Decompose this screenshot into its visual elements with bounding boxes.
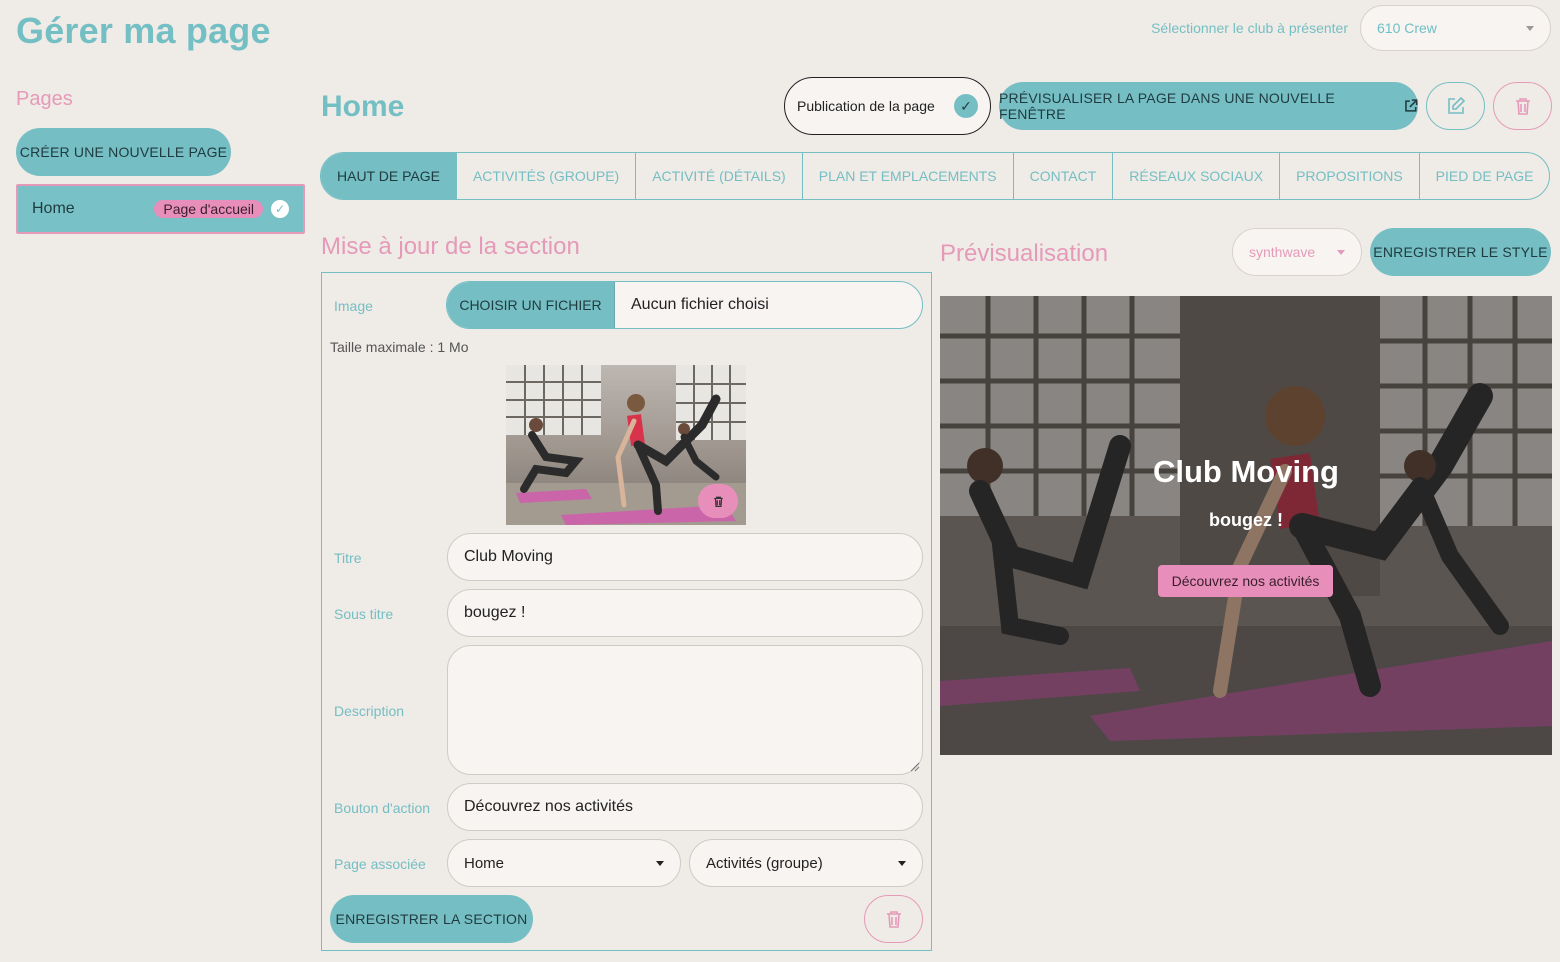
chevron-down-icon: [1526, 25, 1534, 31]
club-select[interactable]: 610 Crew: [1360, 5, 1551, 51]
sous-titre-label: Sous titre: [334, 606, 394, 622]
club-select-value: 610 Crew: [1377, 20, 1437, 36]
club-select-label: Sélectionner le club à présenter: [1151, 20, 1348, 36]
tab-plan-emplacements[interactable]: PLAN ET EMPLACEMENTS: [801, 153, 1013, 199]
trash-icon: [713, 496, 723, 507]
max-size-note: Taille maximale : 1 Mo: [330, 339, 469, 355]
tab-activites-groupe[interactable]: ACTIVITÉS (GROUPE): [455, 153, 635, 199]
check-icon: ✓: [954, 94, 978, 118]
sous-titre-input[interactable]: bougez !: [447, 589, 923, 637]
style-select-value: synthwave: [1249, 244, 1316, 260]
create-page-button[interactable]: CRÉER UNE NOUVELLE PAGE: [16, 128, 231, 176]
section-form-title: Mise à jour de la section: [321, 233, 580, 260]
section-tabs: HAUT DE PAGE ACTIVITÉS (GROUPE) ACTIVITÉ…: [320, 152, 1551, 200]
hero-subtitle: bougez !: [1209, 510, 1283, 530]
homepage-badge: Page d'accueil: [154, 200, 263, 218]
bouton-action-input[interactable]: Découvrez nos activités: [447, 783, 923, 831]
chevron-down-icon: [1337, 249, 1345, 255]
publish-label: Publication de la page: [797, 98, 935, 114]
page-associee-label: Page associée: [334, 856, 426, 872]
trash-icon: [886, 911, 901, 928]
description-textarea[interactable]: [447, 645, 923, 775]
preview-title: Prévisualisation: [940, 240, 1109, 267]
tab-pied-de-page[interactable]: PIED DE PAGE: [1418, 153, 1550, 199]
trash-icon: [1515, 98, 1530, 115]
tab-reseaux-sociaux[interactable]: RÉSEAUX SOCIAUX: [1112, 153, 1279, 199]
tab-contact[interactable]: CONTACT: [1012, 153, 1113, 199]
save-section-button[interactable]: ENREGISTRER LA SECTION: [330, 895, 533, 943]
section-associee-value: Activités (groupe): [706, 854, 823, 872]
hero-action-button[interactable]: Découvrez nos activités: [1158, 565, 1333, 597]
hero-preview: Club Moving bougez ! Découvrez nos activ…: [940, 296, 1552, 755]
page-associee-select[interactable]: Home: [447, 839, 681, 887]
choose-file-button[interactable]: CHOISIR UN FICHIER: [447, 282, 615, 328]
chevron-down-icon: [656, 860, 664, 866]
section-associee-select[interactable]: Activités (groupe): [689, 839, 923, 887]
titre-label: Titre: [334, 550, 362, 566]
bouton-action-label: Bouton d'action: [334, 800, 431, 816]
hero-title: Club Moving: [1153, 454, 1339, 489]
tab-activite-details[interactable]: ACTIVITÉ (DÉTAILS): [635, 153, 802, 199]
file-status: Aucun fichier choisi: [631, 296, 769, 313]
remove-image-button[interactable]: [698, 484, 738, 518]
sidebar-item-label: Home: [32, 200, 75, 217]
image-label: Image: [334, 298, 373, 314]
description-label: Description: [334, 703, 405, 719]
preview-button-label: PRÉVISUALISER LA PAGE DANS UNE NOUVELLE …: [999, 90, 1335, 122]
titre-input[interactable]: Club Moving: [447, 533, 923, 581]
tab-propositions[interactable]: PROPOSITIONS: [1279, 153, 1419, 199]
chevron-down-icon: [898, 860, 906, 866]
preview-new-window-button[interactable]: PRÉVISUALISER LA PAGE DANS UNE NOUVELLE …: [999, 82, 1418, 130]
external-link-icon: [1405, 99, 1418, 112]
sidebar-item-home[interactable]: Home Page d'accueil ✓: [16, 184, 305, 234]
style-select[interactable]: synthwave: [1232, 228, 1362, 276]
edit-icon: [1447, 96, 1465, 114]
tab-haut-de-page[interactable]: HAUT DE PAGE: [321, 153, 456, 199]
page-heading: Home: [321, 90, 405, 123]
publish-toggle[interactable]: Publication de la page ✓: [784, 77, 991, 135]
file-input[interactable]: CHOISIR UN FICHIER Aucun fichier choisi: [446, 281, 923, 329]
check-circle-icon: ✓: [271, 200, 289, 218]
page-associee-value: Home: [464, 854, 505, 872]
delete-page-button[interactable]: [1493, 82, 1552, 130]
delete-section-button[interactable]: [864, 895, 923, 943]
resize-handle-icon[interactable]: [910, 762, 920, 772]
save-style-button[interactable]: ENREGISTRER LE STYLE: [1370, 228, 1551, 276]
edit-page-button[interactable]: [1426, 82, 1485, 130]
page-title: Gérer ma page: [16, 10, 271, 51]
sidebar-title: Pages: [16, 88, 73, 110]
